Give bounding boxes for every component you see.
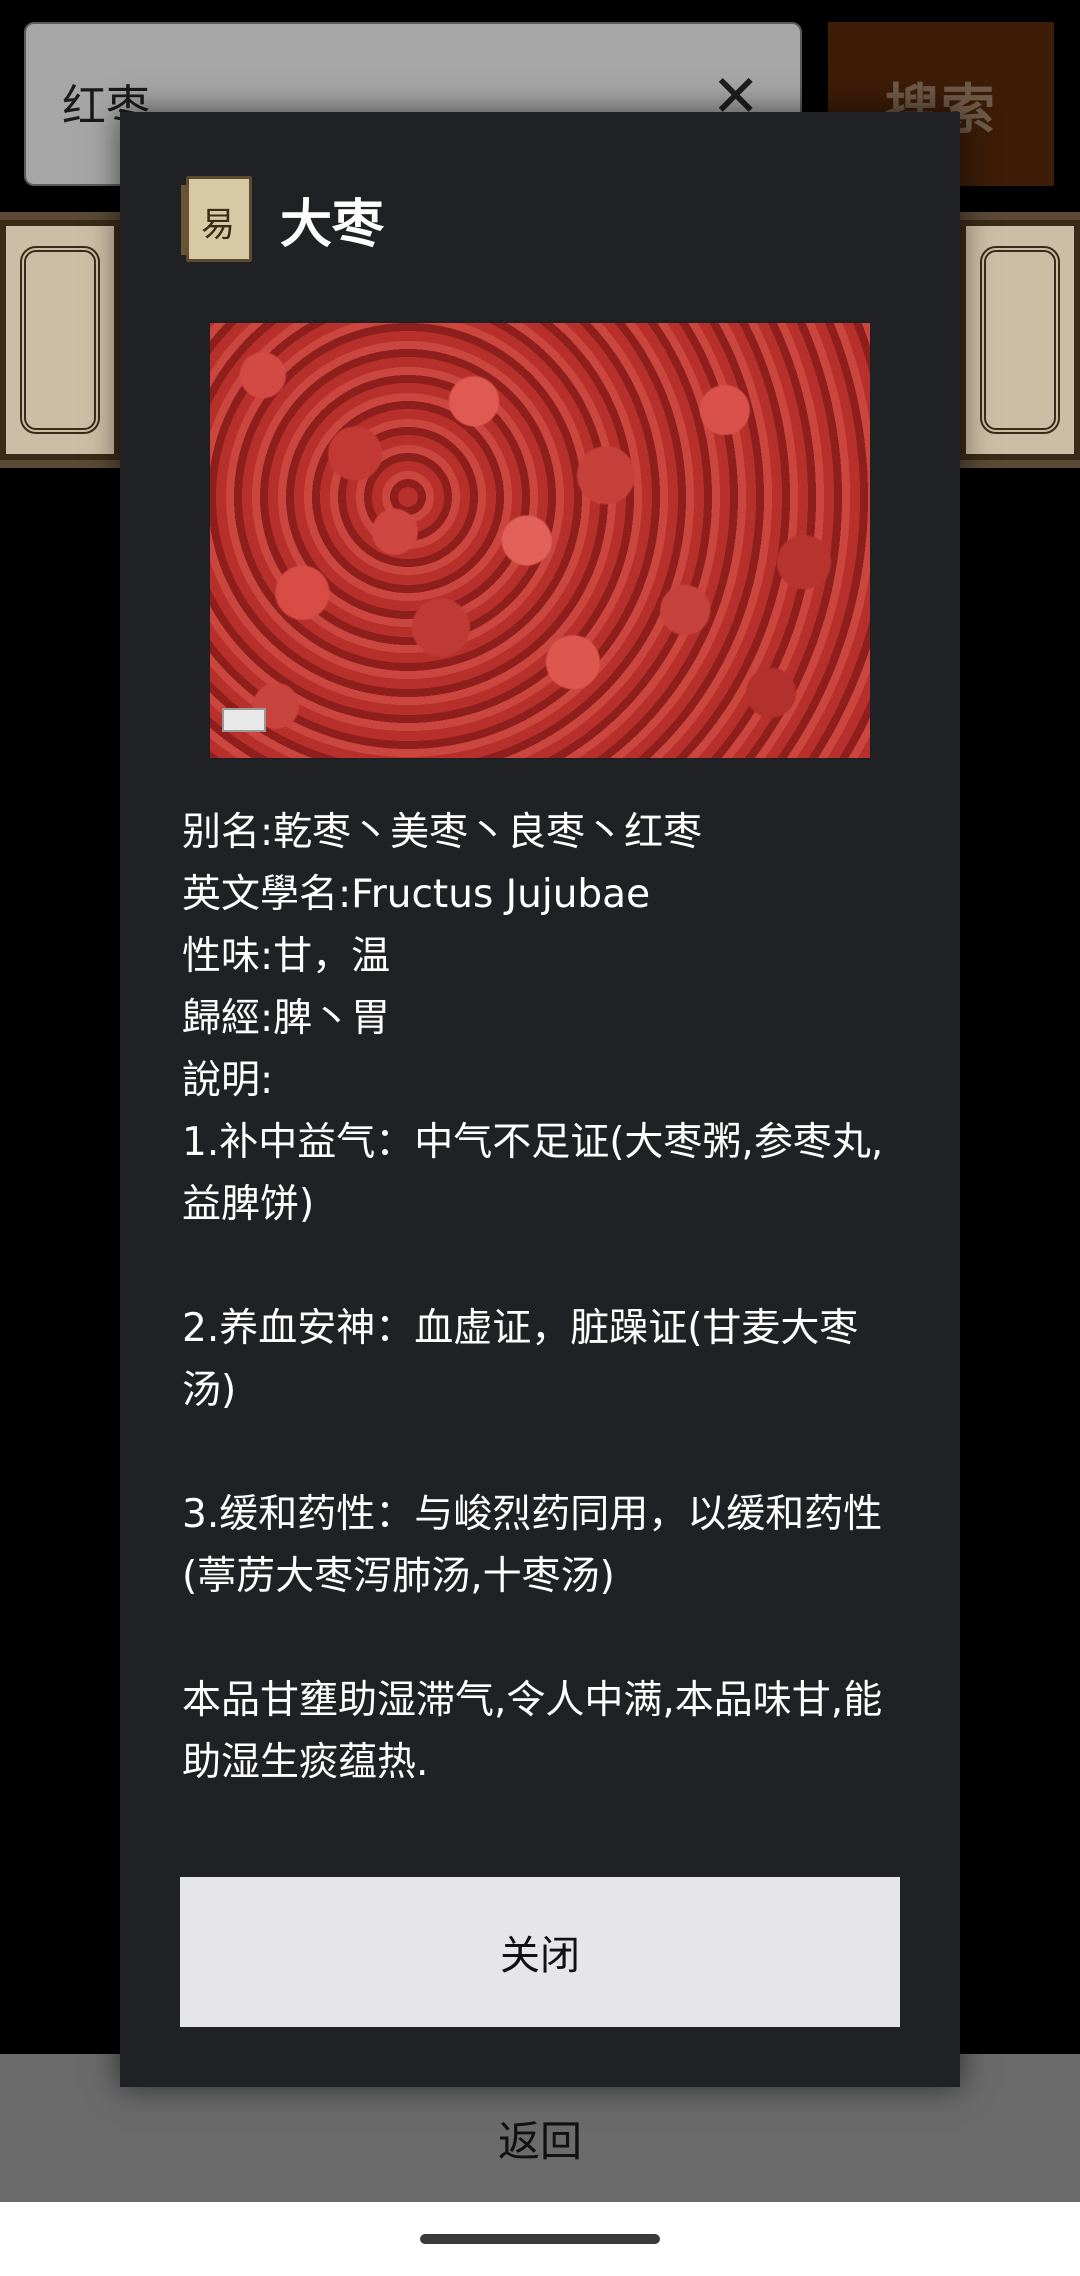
description-item: 2.养血安神：血虚证，脏躁证(甘麦大枣汤) <box>182 1306 859 1413</box>
close-button[interactable]: 关闭 <box>180 1877 900 2027</box>
herb-photo <box>210 323 870 758</box>
back-button-label: 返回 <box>497 2116 582 2166</box>
book-icon: 易 <box>181 176 252 262</box>
image-badge-icon <box>222 708 266 732</box>
dialog-header: 易 大枣 <box>181 174 385 264</box>
herb-details: 别名:乾枣丶美枣丶良枣丶红枣 英文學名:Fructus Jujubae 性味:甘… <box>182 802 902 1794</box>
latin-name-text: 英文學名:Fructus Jujubae <box>182 872 651 917</box>
description-label: 說明: <box>182 1058 274 1103</box>
dialog-title: 大枣 <box>280 194 385 255</box>
ornament-left <box>0 220 120 460</box>
ornament-right <box>960 220 1080 460</box>
nature-flavor-text: 性味:甘，温 <box>182 934 391 979</box>
home-indicator[interactable] <box>420 2234 660 2244</box>
meridians-text: 歸經:脾丶胃 <box>182 996 391 1041</box>
description-item: 1.补中益气：中气不足证(大枣粥,参枣丸,益脾饼) <box>182 1120 884 1227</box>
caution-text: 本品甘壅助湿滞气,令人中满,本品味甘,能助湿生痰蕴热. <box>182 1678 883 1785</box>
description-item: 3.缓和药性：与峻烈药同用，以缓和药性(葶苈大枣泻肺汤,十枣汤) <box>182 1492 883 1599</box>
alias-text: 别名:乾枣丶美枣丶良枣丶红枣 <box>182 810 703 855</box>
close-button-label: 关闭 <box>500 1933 580 1979</box>
system-nav-bar <box>0 2202 1080 2276</box>
herb-detail-dialog: 易 大枣 别名:乾枣丶美枣丶良枣丶红枣 英文學名:Fructus Jujubae… <box>120 112 960 2087</box>
